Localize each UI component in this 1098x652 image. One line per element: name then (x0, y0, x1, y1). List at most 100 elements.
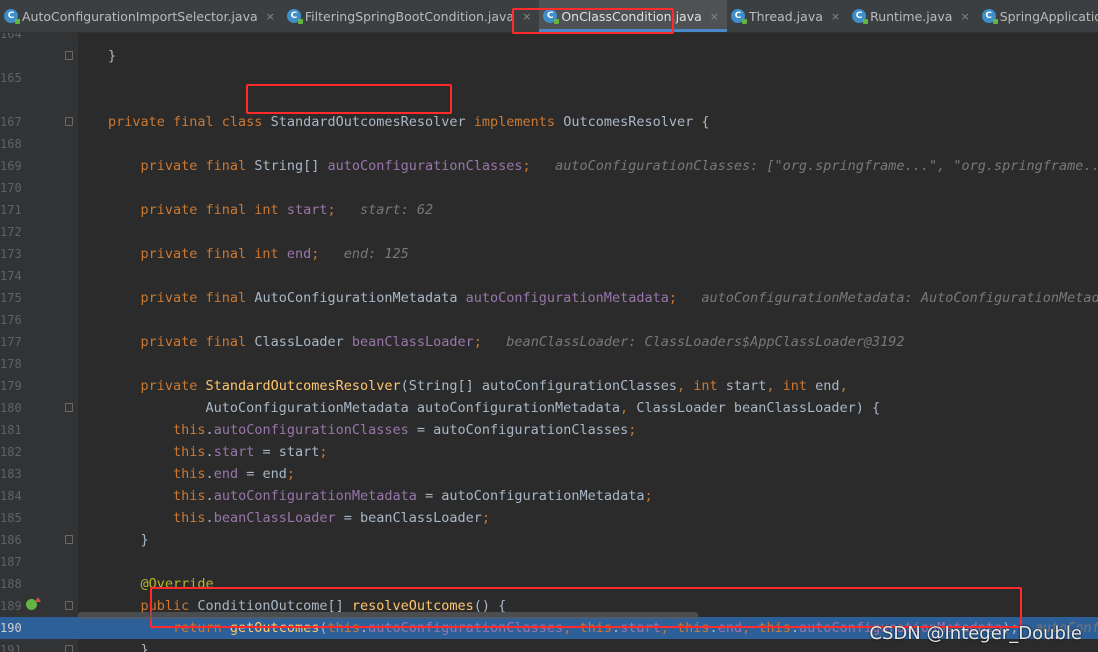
code-line[interactable]: 185 this.beanClassLoader = beanClassLoad… (0, 507, 1098, 529)
code-line[interactable]: 167 private final class StandardOutcomesR… (0, 111, 1098, 133)
code-line[interactable]: 183 this.end = end; (0, 463, 1098, 485)
code-token: this (677, 620, 710, 636)
code-token: } (108, 642, 149, 652)
code-token: this (579, 620, 612, 636)
code-token: return (108, 620, 230, 636)
line-number: 168 (0, 137, 22, 151)
code-token: . (359, 620, 369, 636)
code-token: ; (473, 334, 482, 350)
code-text: AutoConfigurationMetadata autoConfigurat… (108, 397, 881, 419)
code-line[interactable]: 179 private StandardOutcomesResolver(Str… (0, 375, 1098, 397)
code-token: this (108, 488, 206, 504)
code-line[interactable]: 172 (0, 221, 1098, 243)
code-token: this (108, 422, 206, 438)
tab-label: Runtime.java (870, 8, 953, 24)
line-number: 187 (0, 555, 22, 569)
code-token: end (815, 378, 840, 394)
code-line[interactable]: } (0, 45, 1098, 67)
code-text: private final int end; end: 125 (108, 243, 409, 265)
code-token: ; (668, 290, 677, 306)
code-token: (String[] autoConfigurationClasses (400, 378, 677, 394)
code-line[interactable]: 184 this.autoConfigurationMetadata = aut… (0, 485, 1098, 507)
close-icon[interactable]: × (522, 10, 531, 23)
fold-marker-icon[interactable] (65, 51, 73, 60)
code-token: this (108, 510, 206, 526)
close-icon[interactable]: × (831, 10, 840, 23)
code-line[interactable]: 186 } (0, 529, 1098, 551)
fold-marker-icon[interactable] (65, 601, 73, 610)
line-number: 169 (0, 159, 22, 173)
tab-4[interactable]: C Runtime.java × (848, 0, 978, 32)
code-token: , (676, 378, 694, 394)
override-marker-icon[interactable] (26, 597, 41, 610)
code-line[interactable]: 164 (0, 33, 1098, 45)
code-line[interactable]: 180 AutoConfigurationMetadata autoConfig… (0, 397, 1098, 419)
code-line[interactable]: 169 private final String[] autoConfigura… (0, 155, 1098, 177)
line-number: 189 (0, 599, 22, 613)
close-icon[interactable]: × (710, 10, 719, 23)
fold-marker-icon[interactable] (65, 645, 73, 652)
code-editor[interactable]: 164} 165 167 private final class StandardOu… (0, 33, 1098, 652)
fold-marker-icon[interactable] (65, 403, 73, 412)
code-line[interactable]: 177 private final ClassLoader beanClassL… (0, 331, 1098, 353)
tab-label: AutoConfigurationImportSelector.java (22, 8, 258, 24)
code-line[interactable]: 165 (0, 67, 1098, 89)
code-token: . (790, 620, 799, 636)
code-line[interactable]: 178 (0, 353, 1098, 375)
code-token: } (108, 48, 117, 64)
tab-2[interactable]: C OnClassCondition.java × (539, 0, 727, 32)
code-token: . (205, 444, 214, 460)
code-token: . (205, 510, 214, 526)
code-line[interactable] (0, 89, 1098, 111)
tab-0[interactable]: C AutoConfigurationImportSelector.java × (0, 0, 283, 32)
code-text: } (108, 639, 149, 652)
code-token: private final (108, 114, 222, 130)
code-line[interactable]: 181 this.autoConfigurationClasses = auto… (0, 419, 1098, 441)
fold-marker-icon[interactable] (65, 535, 73, 544)
tab-label: Thread.java (749, 8, 823, 24)
java-class-icon: C (981, 9, 998, 24)
horizontal-scrollbar[interactable] (78, 612, 698, 619)
code-token: start (286, 202, 328, 218)
code-line[interactable]: 170 (0, 177, 1098, 199)
code-line[interactable]: 173 private final int end; end: 125 (0, 243, 1098, 265)
line-number: 179 (0, 379, 22, 393)
code-line[interactable]: 187 (0, 551, 1098, 573)
code-token: autoConfigurationMetadata (213, 488, 417, 504)
tab-5[interactable]: CSpringApplication.java× (978, 0, 1098, 32)
code-text: @Override (108, 573, 214, 595)
line-number: 184 (0, 489, 22, 503)
code-text: } (108, 529, 149, 551)
tab-1[interactable]: C FilteringSpringBootCondition.java × (283, 0, 539, 32)
code-text: this.autoConfigurationClasses = autoConf… (108, 419, 636, 441)
code-token: start (213, 444, 255, 460)
code-token: beanClassLoader (351, 334, 474, 350)
code-line[interactable]: 174 (0, 265, 1098, 287)
code-line[interactable]: 176 (0, 309, 1098, 331)
code-token: @Override (108, 576, 214, 592)
close-icon[interactable]: × (960, 10, 969, 23)
close-icon[interactable]: × (266, 10, 275, 23)
code-token: AutoConfigurationMetadata autoConfigurat… (108, 400, 621, 416)
code-token: , (766, 378, 783, 394)
line-number: 173 (0, 247, 22, 261)
code-line[interactable]: 168 (0, 133, 1098, 155)
line-number: 188 (0, 577, 22, 591)
code-line[interactable]: 175 private final AutoConfigurationMetad… (0, 287, 1098, 309)
code-token: class (221, 114, 271, 130)
code-token: this (327, 620, 360, 636)
code-token: private final int (108, 246, 287, 262)
line-number: 170 (0, 181, 22, 195)
code-text: this.end = end; (108, 463, 295, 485)
line-number: 185 (0, 511, 22, 525)
tab-3[interactable]: C Thread.java × (727, 0, 848, 32)
fold-marker-icon[interactable] (65, 117, 73, 126)
code-line[interactable]: 182 this.start = start; (0, 441, 1098, 463)
code-line[interactable]: 171 private final int start; start: 62 (0, 199, 1098, 221)
code-token: , (742, 620, 759, 636)
code-token: } (108, 532, 149, 548)
code-text: private final AutoConfigurationMetadata … (108, 287, 1098, 309)
java-class-icon: C (4, 9, 20, 24)
editor-tab-bar: C AutoConfigurationImportSelector.java × C F… (0, 0, 1098, 33)
code-line[interactable]: 188 @Override (0, 573, 1098, 595)
